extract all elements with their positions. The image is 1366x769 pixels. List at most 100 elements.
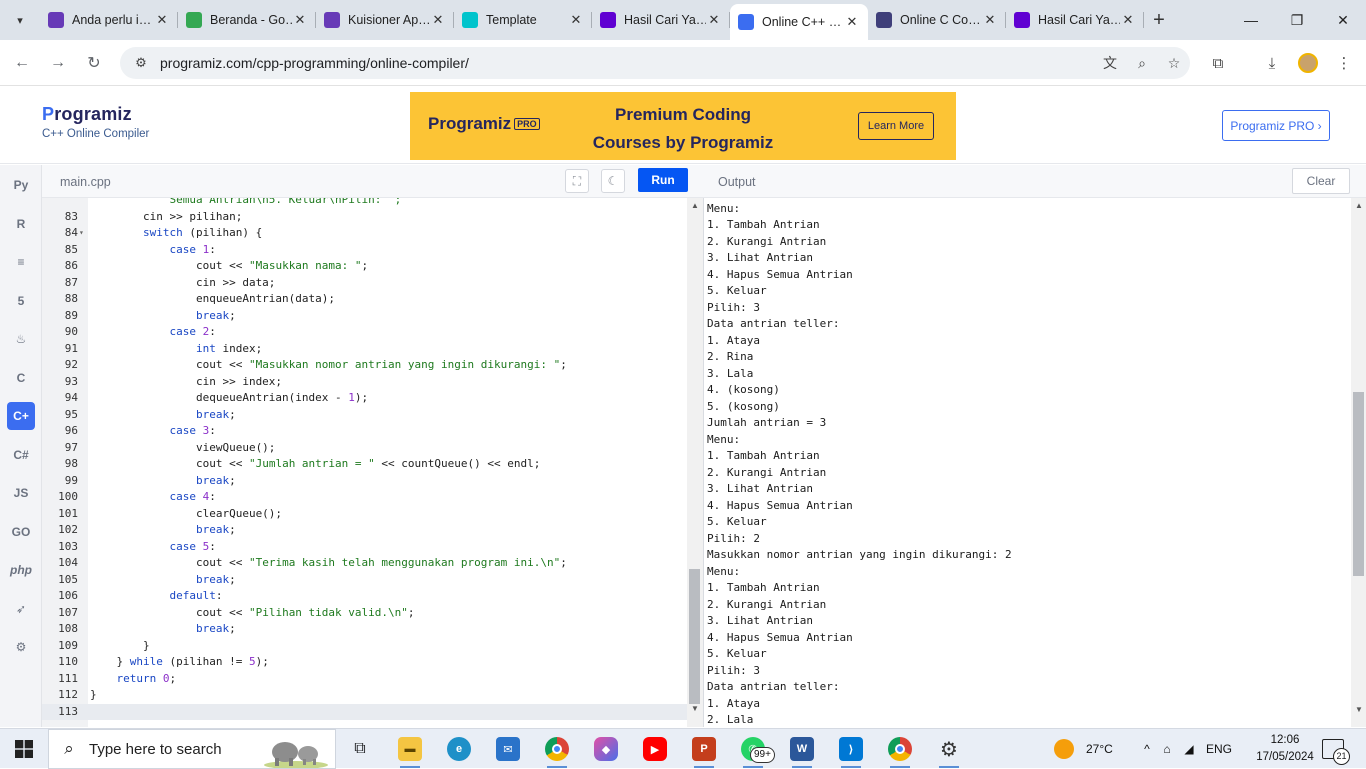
code-line[interactable]: 109 }: [42, 638, 687, 655]
profile-avatar[interactable]: [1294, 49, 1322, 77]
code-line[interactable]: 112}: [42, 687, 687, 704]
code-line[interactable]: 96 case 3:: [42, 423, 687, 440]
programiz-logo[interactable]: Programiz C++ Online Compiler: [42, 104, 149, 140]
tab-close-icon[interactable]: ✕: [430, 12, 446, 28]
editor-scroll-thumb[interactable]: [689, 569, 700, 704]
dark-mode-icon[interactable]: ☾: [601, 169, 625, 193]
site-info-icon[interactable]: ⚙: [126, 55, 156, 71]
code-line[interactable]: 107 cout << "Pilihan tidak valid.\n";: [42, 605, 687, 622]
code-line[interactable]: 105 break;: [42, 572, 687, 589]
run-button[interactable]: Run: [638, 168, 688, 192]
url-text[interactable]: programiz.com/cpp-programming/online-com…: [156, 55, 1094, 71]
go-icon[interactable]: GO: [7, 518, 35, 546]
code-line[interactable]: 102 break;: [42, 522, 687, 539]
code-line[interactable]: 108 break;: [42, 621, 687, 638]
scroll-up-arrow[interactable]: ▲: [689, 201, 701, 210]
address-bar[interactable]: ⚙ programiz.com/cpp-programming/online-c…: [120, 47, 1190, 79]
minimize-button[interactable]: —: [1228, 0, 1274, 40]
code-line[interactable]: 89 break;: [42, 308, 687, 325]
browser-tab[interactable]: Anda perlu i… ✕: [40, 0, 178, 40]
tab-close-icon[interactable]: ✕: [154, 12, 170, 28]
output-scrollbar[interactable]: ▲ ▼: [1351, 198, 1366, 727]
tab-close-icon[interactable]: ✕: [568, 12, 584, 28]
code-line[interactable]: 100 case 4:: [42, 489, 687, 506]
browser-tab[interactable]: Hasil Cari Ya… ✕: [592, 0, 730, 40]
learn-more-button[interactable]: Learn More: [858, 112, 934, 140]
swift-icon[interactable]: ➶: [7, 595, 35, 623]
notification-center-icon[interactable]: 21: [1322, 739, 1350, 765]
js-icon[interactable]: JS: [7, 479, 35, 507]
code-editor[interactable]: Semua Antrian\n5. Keluar\nPilih: "; 83 ci…: [42, 198, 704, 727]
task-view-icon[interactable]: ⧉: [340, 733, 380, 765]
close-window-button[interactable]: ✕: [1320, 0, 1366, 40]
settings-gear-icon[interactable]: ⚙: [929, 733, 969, 768]
sql-icon[interactable]: ≡: [7, 248, 35, 276]
browser-tab[interactable]: Online C++ … ✕: [730, 4, 868, 40]
code-line[interactable]: 97 viewQueue();: [42, 440, 687, 457]
browser-tab[interactable]: Template ✕: [454, 0, 592, 40]
fold-arrow-icon[interactable]: ▾: [79, 225, 87, 242]
zoom-icon[interactable]: ⌕: [1126, 55, 1158, 72]
code-line[interactable]: 95 break;: [42, 407, 687, 424]
code-line[interactable]: 98 cout << "Jumlah antrian = " << countQ…: [42, 456, 687, 473]
browser-tab[interactable]: Hasil Cari Ya… ✕: [1006, 0, 1144, 40]
chrome-profile-icon[interactable]: [880, 733, 920, 768]
code-line[interactable]: 92 cout << "Masukkan nomor antrian yang …: [42, 357, 687, 374]
microsoft-365-icon[interactable]: ◆: [586, 733, 626, 765]
code-line[interactable]: 88 enqueueAntrian(data);: [42, 291, 687, 308]
browser-tab[interactable]: Beranda - Go… ✕: [178, 0, 316, 40]
pro-banner[interactable]: Programiz PRO Premium Coding Courses by P…: [410, 92, 956, 160]
code-line[interactable]: 104 cout << "Terima kasih telah mengguna…: [42, 555, 687, 572]
code-line[interactable]: 99 break;: [42, 473, 687, 490]
r-icon[interactable]: R: [7, 210, 35, 238]
cpp-icon[interactable]: C+: [7, 402, 35, 430]
browser-tab[interactable]: Online C Co… ✕: [868, 0, 1006, 40]
output-console[interactable]: ▲ ▼ Menu: 1. Tambah Antrian 2. Kurangi Ant…: [704, 198, 1366, 727]
editor-scrollbar[interactable]: ▲ ▼: [687, 198, 703, 727]
output-scroll-up-arrow[interactable]: ▲: [1353, 201, 1365, 210]
network-icon[interactable]: ⌂: [1156, 742, 1178, 756]
python-icon[interactable]: Py: [7, 171, 35, 199]
forward-button[interactable]: →: [44, 49, 72, 77]
chevron-up-icon[interactable]: ^: [1138, 742, 1156, 756]
translate-icon[interactable]: 文: [1094, 53, 1126, 73]
taskbar-search[interactable]: ⌕ Type here to search: [48, 729, 336, 769]
code-line[interactable]: 86 cout << "Masukkan nama: ";: [42, 258, 687, 275]
code-area[interactable]: Semua Antrian\n5. Keluar\nPilih: "; 83 ci…: [42, 198, 687, 727]
code-line[interactable]: 90 case 2:: [42, 324, 687, 341]
tab-close-icon[interactable]: ✕: [844, 14, 860, 30]
code-line[interactable]: 83 cin >> pilihan;: [42, 209, 687, 226]
csharp-icon[interactable]: C#: [7, 441, 35, 469]
restore-button[interactable]: ❐: [1274, 0, 1320, 40]
weather-widget[interactable]: 27°C: [1054, 729, 1113, 769]
taskbar-clock[interactable]: 12:06 17/05/2024: [1252, 732, 1318, 766]
code-line[interactable]: 93 cin >> index;: [42, 374, 687, 391]
c-icon[interactable]: C: [7, 364, 35, 392]
start-button[interactable]: [0, 729, 48, 769]
code-line[interactable]: 106 default:: [42, 588, 687, 605]
rust-icon[interactable]: ⚙: [7, 633, 35, 661]
extensions-icon[interactable]: ⧉: [1204, 49, 1232, 77]
browser-menu-icon[interactable]: ⋮: [1330, 49, 1358, 77]
programiz-pro-button[interactable]: Programiz PRO ›: [1222, 110, 1330, 141]
java-icon[interactable]: ♨: [7, 325, 35, 353]
powerpoint-icon[interactable]: P: [684, 733, 724, 768]
youtube-icon[interactable]: ▶: [635, 733, 675, 765]
output-scroll-thumb[interactable]: [1353, 392, 1364, 576]
output-scroll-down-arrow[interactable]: ▼: [1353, 705, 1365, 714]
fullscreen-icon[interactable]: ⛶: [565, 169, 589, 193]
new-tab-button[interactable]: +: [1144, 0, 1174, 40]
code-line[interactable]: 94 dequeueAntrian(index - 1);: [42, 390, 687, 407]
bookmark-star-icon[interactable]: ☆: [1158, 55, 1190, 72]
code-line[interactable]: 91 int index;: [42, 341, 687, 358]
html-icon[interactable]: 5: [7, 287, 35, 315]
code-line[interactable]: 85 case 1:: [42, 242, 687, 259]
scroll-down-arrow[interactable]: ▼: [689, 704, 701, 713]
browser-tab[interactable]: Kuisioner Ap… ✕: [316, 0, 454, 40]
code-line[interactable]: 113: [42, 703, 687, 720]
reload-button[interactable]: ↻: [80, 49, 108, 77]
chrome-icon[interactable]: [537, 733, 577, 768]
code-line[interactable]: 87 cin >> data;: [42, 275, 687, 292]
code-line[interactable]: 110 } while (pilihan != 5);: [42, 654, 687, 671]
php-icon[interactable]: php: [7, 556, 35, 584]
